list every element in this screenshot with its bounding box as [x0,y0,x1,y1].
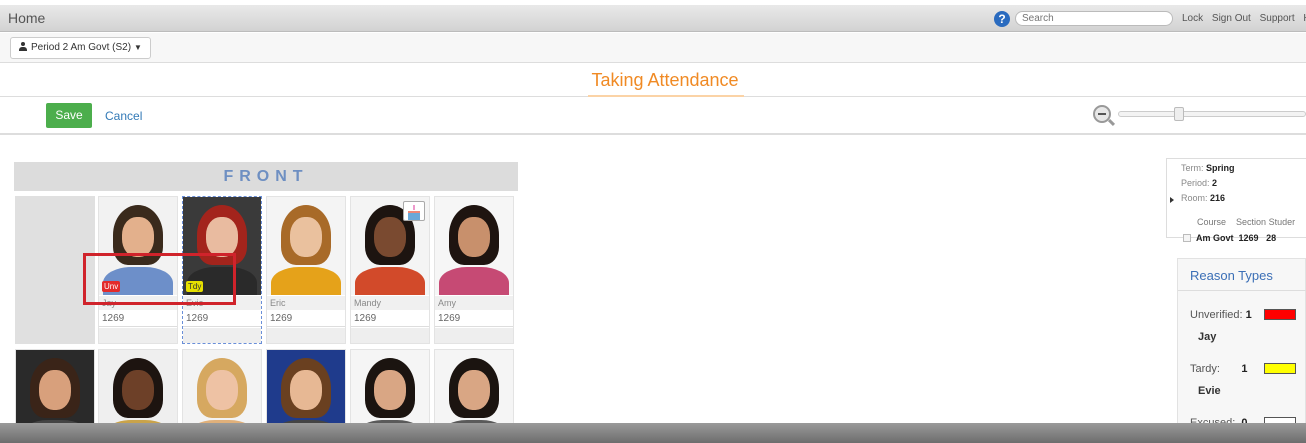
top-bar: Home ? Lock Sign Out Support H [0,5,1306,32]
checkbox-icon[interactable] [1183,234,1191,242]
help-icon[interactable]: ? [994,11,1010,27]
seat-footer [435,328,513,343]
search-input[interactable] [1015,11,1173,26]
term-label: Term: [1181,163,1204,173]
photo-face [290,217,322,257]
unverified-color-swatch [1264,309,1296,320]
students-header: Studer [1268,217,1296,227]
reason-label: Unverified: [1190,309,1243,321]
student-section: 1269 [183,311,261,327]
photo-face [458,217,490,257]
sign-out-link[interactable]: Sign Out [1212,13,1251,24]
photo-face [122,217,154,257]
front-of-room-label: FRONT [14,162,518,191]
title-bar: Taking Attendance [0,64,1306,97]
room-value: 216 [1210,193,1226,203]
chevron-down-icon: ▼ [134,43,142,52]
zoom-slider-handle[interactable] [1174,107,1184,121]
class-info-panel: Term: Spring Period: 2 Room: 216 Course … [1166,158,1306,243]
seat-footer [183,328,261,343]
student-name: Eric [267,296,345,310]
room-label: Room: [1181,193,1208,203]
window-bottom-edge [0,423,1306,443]
student-section: 1269 [435,311,513,327]
course-table-header: Course Section Studer [1197,217,1295,227]
save-button[interactable]: Save [46,103,92,128]
student-section: 1269 [351,311,429,327]
photo-shoulders [439,267,509,295]
photo-face [290,370,322,410]
reason-label: Tardy: [1190,363,1220,375]
course-name: Am Govt [1196,233,1234,243]
photo-shoulders [271,267,341,295]
photo-shoulders [355,267,425,295]
reason-student: Evie [1198,385,1221,397]
seat-footer [267,328,345,343]
attendance-highlight-box [83,253,236,305]
photo-face [39,370,71,410]
course-row[interactable]: Am Govt 1269 28 [1183,233,1276,243]
seat-footer [99,328,177,343]
student-photo [435,197,513,295]
reason-student: Jay [1198,331,1217,343]
course-section: 1269 [1238,233,1259,243]
person-icon [19,42,27,51]
section-header: Section [1236,217,1267,227]
reason-count: 1 [1245,309,1252,321]
student-name: Mandy [351,296,429,310]
student-section: 1269 [267,311,345,327]
term-value: Spring [1206,163,1235,173]
photo-face [374,370,406,410]
reason-tardy[interactable]: Tardy: 1 [1190,363,1248,375]
seat-footer [351,328,429,343]
student-seat[interactable]: Mandy 1269 [350,196,430,344]
action-bar: Save Cancel [0,97,1306,135]
zoom-slider[interactable] [1118,111,1306,117]
course-students: 28 [1266,233,1277,243]
photo-face [374,217,406,257]
cancel-button[interactable]: Cancel [105,109,142,123]
student-section: 1269 [99,311,177,327]
photo-face [206,370,238,410]
period-label: Period 2 Am Govt (S2) [31,42,132,53]
photo-face [206,217,238,257]
period-bar: Period 2 Am Govt (S2) ▼ [0,33,1306,63]
tardy-color-swatch [1264,363,1296,374]
period-dropdown[interactable]: Period 2 Am Govt (S2) ▼ [10,37,151,59]
lock-link[interactable]: Lock [1182,13,1203,24]
reason-unverified[interactable]: Unverified: 1 [1190,309,1252,321]
zoom-out-icon[interactable] [1093,105,1111,123]
course-header: Course [1197,217,1227,227]
period-info-label: Period: [1181,178,1210,188]
reason-types-panel: Reason Types Unverified: 1 Jay Tardy: 1 … [1177,258,1306,443]
reason-types-header: Reason Types [1178,259,1306,291]
home-link[interactable]: Home [8,10,45,26]
student-name: Amy [435,296,513,310]
student-seat[interactable]: Eric 1269 [266,196,346,344]
student-photo [267,197,345,295]
birthday-cake-icon [403,201,425,221]
photo-face [458,370,490,410]
top-links: Lock Sign Out Support H [1182,13,1306,24]
student-seat[interactable]: Amy 1269 [434,196,514,344]
photo-face [122,370,154,410]
expand-icon[interactable] [1170,197,1174,203]
support-link[interactable]: Support [1260,13,1295,24]
page-title: Taking Attendance [591,70,739,90]
period-value: 2 [1212,178,1218,188]
reason-count: 1 [1241,363,1248,375]
